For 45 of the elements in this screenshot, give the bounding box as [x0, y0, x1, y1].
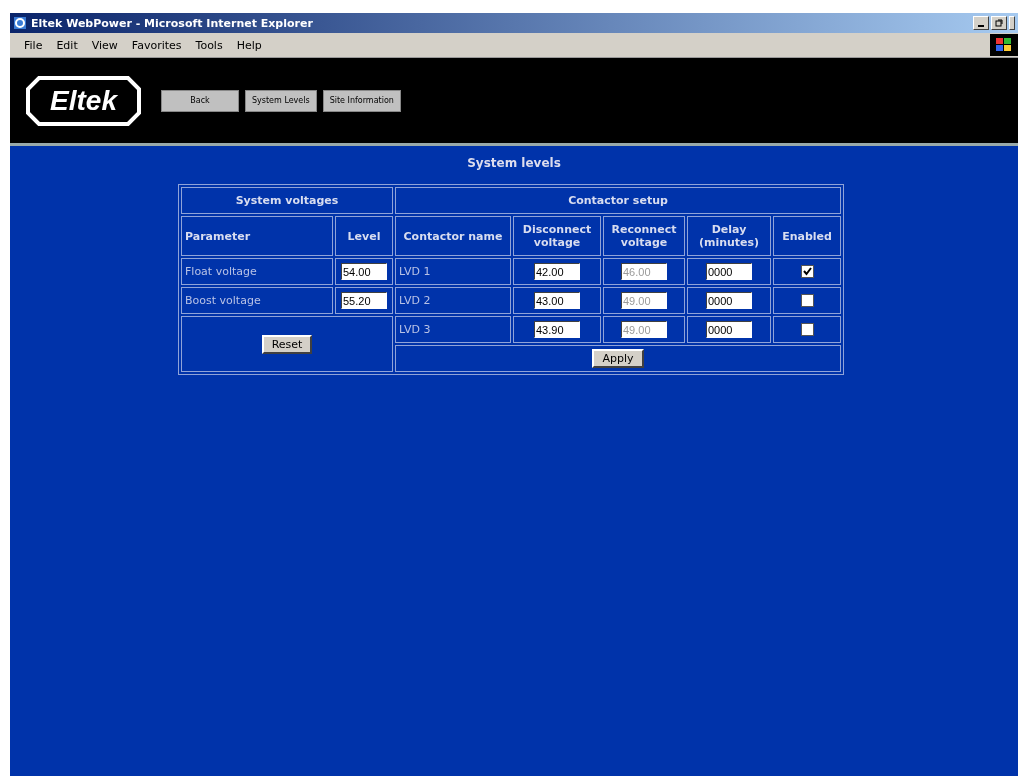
column-header: Enabled [773, 216, 841, 256]
menu-item[interactable]: Help [236, 38, 262, 52]
input-field[interactable]: 54.00 [341, 263, 387, 280]
windows-logo-icon [996, 38, 1012, 52]
nav-button[interactable]: System Levels [245, 89, 317, 112]
reset-button[interactable]: Reset [261, 334, 313, 354]
column-header: Contactor name [395, 216, 511, 256]
table-cell: LVD 1 [395, 258, 511, 285]
input-field[interactable]: 0000 [706, 292, 752, 309]
table-cell: Boost voltage [181, 287, 333, 314]
menu-item[interactable]: View [91, 38, 118, 52]
logo: Eltek [25, 74, 142, 127]
column-header: Delay (minutes) [687, 216, 771, 256]
minimize-button[interactable] [973, 16, 989, 30]
column-header: Level [335, 216, 393, 256]
restore-button[interactable] [991, 16, 1007, 30]
column-header: Parameter [181, 216, 333, 256]
section-header: System voltages [181, 187, 393, 214]
menu-item[interactable]: File [24, 38, 43, 52]
column-header: Reconnect voltage [603, 216, 685, 256]
checkbox[interactable] [800, 294, 814, 308]
checkbox[interactable] [800, 265, 814, 279]
input-field[interactable]: 0000 [706, 263, 752, 280]
menu-item[interactable]: Favorites [131, 38, 182, 52]
input-field[interactable]: 0000 [706, 321, 752, 338]
table-cell: LVD 3 [395, 316, 511, 343]
apply-button[interactable]: Apply [592, 349, 644, 368]
input-field[interactable]: 43.90 [534, 321, 580, 338]
restore-icon [995, 19, 1003, 27]
table-cell: LVD 2 [395, 287, 511, 314]
window-title: Eltek WebPower - Microsoft Internet Explorer [31, 16, 313, 30]
input-field[interactable]: 55.20 [341, 292, 387, 309]
checkbox[interactable] [800, 323, 814, 337]
browser-icon [13, 16, 27, 30]
table-cell: Float voltage [181, 258, 333, 285]
menu-item[interactable]: Tools [195, 38, 223, 52]
close-button[interactable] [1009, 16, 1015, 30]
column-header: Disconnect voltage [513, 216, 601, 256]
nav-button[interactable]: Back [161, 89, 239, 112]
input-field[interactable]: 43.00 [534, 292, 580, 309]
page-title: System levels [467, 156, 561, 170]
input-field[interactable]: 42.00 [534, 263, 580, 280]
section-header: Contactor setup [395, 187, 841, 214]
menu-item[interactable]: Edit [56, 38, 78, 52]
nav-button[interactable]: Site Information [322, 89, 401, 112]
